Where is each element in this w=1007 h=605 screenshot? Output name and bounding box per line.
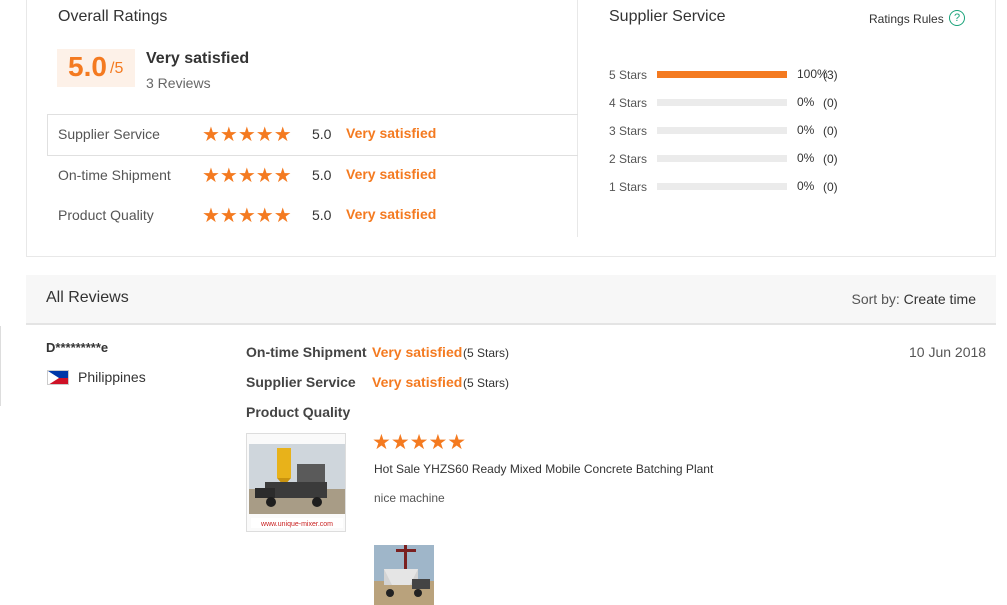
supplier-service-panel: Supplier Service Ratings Rules ? 5 Stars… <box>579 0 996 237</box>
philippines-flag-icon <box>47 370 69 385</box>
reviewer-name: D*********e <box>46 340 109 355</box>
star-breakdown-percent: 0% <box>797 151 815 165</box>
ratings-summary-card: Overall Ratings 5.0 /5 Very satisfied 3 … <box>26 0 996 257</box>
review-rating-value: Very satisfied <box>372 374 463 390</box>
review-rating-label: Supplier Service <box>246 374 356 390</box>
star-rating-icon: ★★★★★ <box>202 124 292 146</box>
star-breakdown-fill <box>657 71 787 78</box>
review-rating-stars: (5 Stars) <box>463 376 510 390</box>
star-breakdown-label: 3 Stars <box>609 124 648 138</box>
star-breakdown-count: (0) <box>823 96 838 110</box>
product-name[interactable]: Hot Sale YHZS60 Ready Mixed Mobile Concr… <box>374 462 713 476</box>
overall-ratings-panel: Overall Ratings 5.0 /5 Very satisfied 3 … <box>27 0 578 237</box>
reviewer-country: Philippines <box>78 369 146 385</box>
star-breakdown-percent: 0% <box>797 95 815 109</box>
review-count: 3 Reviews <box>146 75 211 91</box>
star-breakdown-label: 4 Stars <box>609 96 648 110</box>
rating-row-value: 5.0 <box>312 167 332 183</box>
star-breakdown-count: (0) <box>823 152 838 166</box>
product-star-rating-icon: ★★★★★ <box>372 431 467 454</box>
review-rating-row: Product Quality <box>246 404 846 422</box>
star-breakdown-bar <box>657 127 787 134</box>
star-breakdown-percent: 0% <box>797 123 815 137</box>
rating-row-product-quality: Product Quality ★★★★★ 5.0 Very satisfied <box>58 205 558 227</box>
star-breakdown-label: 1 Stars <box>609 180 648 194</box>
review-rating-value: Very satisfied <box>372 344 463 360</box>
product-thumbnail[interactable]: www.unique-mixer.com <box>246 433 346 532</box>
review-rating-label: Product Quality <box>246 404 351 420</box>
star-breakdown-count: (0) <box>823 124 838 138</box>
overall-score-denominator: /5 <box>110 60 124 77</box>
star-breakdown-count: (3) <box>823 68 838 82</box>
concrete-plant-image: www.unique-mixer.com <box>247 434 345 531</box>
overall-ratings-title: Overall Ratings <box>58 8 168 25</box>
star-breakdown-bar <box>657 183 787 190</box>
star-breakdown-label: 2 Stars <box>609 152 648 166</box>
review-rating-row: On-time Shipment Very satisfied (5 Stars… <box>246 344 846 362</box>
reviews-header: All Reviews Sort by: Create time <box>26 275 996 325</box>
review-rating-stars: (5 Stars) <box>463 346 510 360</box>
thumbnail-caption: www.unique-mixer.com <box>260 521 333 528</box>
rating-row-label: Product Quality <box>58 207 154 223</box>
star-breakdown-bar <box>657 155 787 162</box>
star-breakdown-bar <box>657 71 787 78</box>
all-reviews-title: All Reviews <box>46 289 129 306</box>
rating-row-word: Very satisfied <box>346 206 437 222</box>
star-rating-icon: ★★★★★ <box>202 165 292 187</box>
rating-row-supplier-service: Supplier Service ★★★★★ 5.0 Very satisfie… <box>58 124 558 146</box>
overall-score-badge: 5.0 /5 <box>57 49 135 87</box>
review-rating-row: Supplier Service Very satisfied (5 Stars… <box>246 374 846 392</box>
star-rating-icon: ★★★★★ <box>202 205 292 227</box>
rating-row-value: 5.0 <box>312 126 332 142</box>
review-rating-label: On-time Shipment <box>246 344 367 360</box>
star-breakdown-percent: 0% <box>797 179 815 193</box>
rating-row-value: 5.0 <box>312 207 332 223</box>
star-breakdown-row: 5 Stars 100% (3) <box>609 67 909 83</box>
overall-score: 5.0 <box>68 51 107 82</box>
review-photo-thumbnail[interactable] <box>374 545 434 605</box>
review-comment: nice machine <box>374 491 445 505</box>
supplier-service-title: Supplier Service <box>609 8 726 25</box>
star-breakdown-row: 1 Stars 0% (0) <box>609 179 909 195</box>
star-breakdown-row: 2 Stars 0% (0) <box>609 151 909 167</box>
star-breakdown-label: 5 Stars <box>609 68 648 82</box>
review-date: 10 Jun 2018 <box>909 344 987 360</box>
sort-value[interactable]: Create time <box>904 291 976 307</box>
star-breakdown-count: (0) <box>823 180 838 194</box>
divider <box>47 155 578 156</box>
ratings-rules-link[interactable]: Ratings Rules <box>869 12 944 26</box>
sort-control[interactable]: Sort by: Create time <box>852 291 977 307</box>
review-photo-image <box>374 545 434 605</box>
rating-row-word: Very satisfied <box>346 166 437 182</box>
divider <box>47 114 578 115</box>
rating-row-word: Very satisfied <box>346 125 437 141</box>
rating-row-label: Supplier Service <box>58 126 160 142</box>
sort-label: Sort by: <box>851 291 900 307</box>
help-icon[interactable]: ? <box>949 10 965 26</box>
star-breakdown-row: 4 Stars 0% (0) <box>609 95 909 111</box>
overall-satisfaction-label: Very satisfied <box>146 50 250 67</box>
divider <box>47 114 48 156</box>
rating-row-label: On-time Shipment <box>58 167 171 183</box>
star-breakdown-bar <box>657 99 787 106</box>
divider <box>0 326 1 406</box>
star-breakdown-row: 3 Stars 0% (0) <box>609 123 909 139</box>
rating-row-on-time-shipment: On-time Shipment ★★★★★ 5.0 Very satisfie… <box>58 165 558 187</box>
